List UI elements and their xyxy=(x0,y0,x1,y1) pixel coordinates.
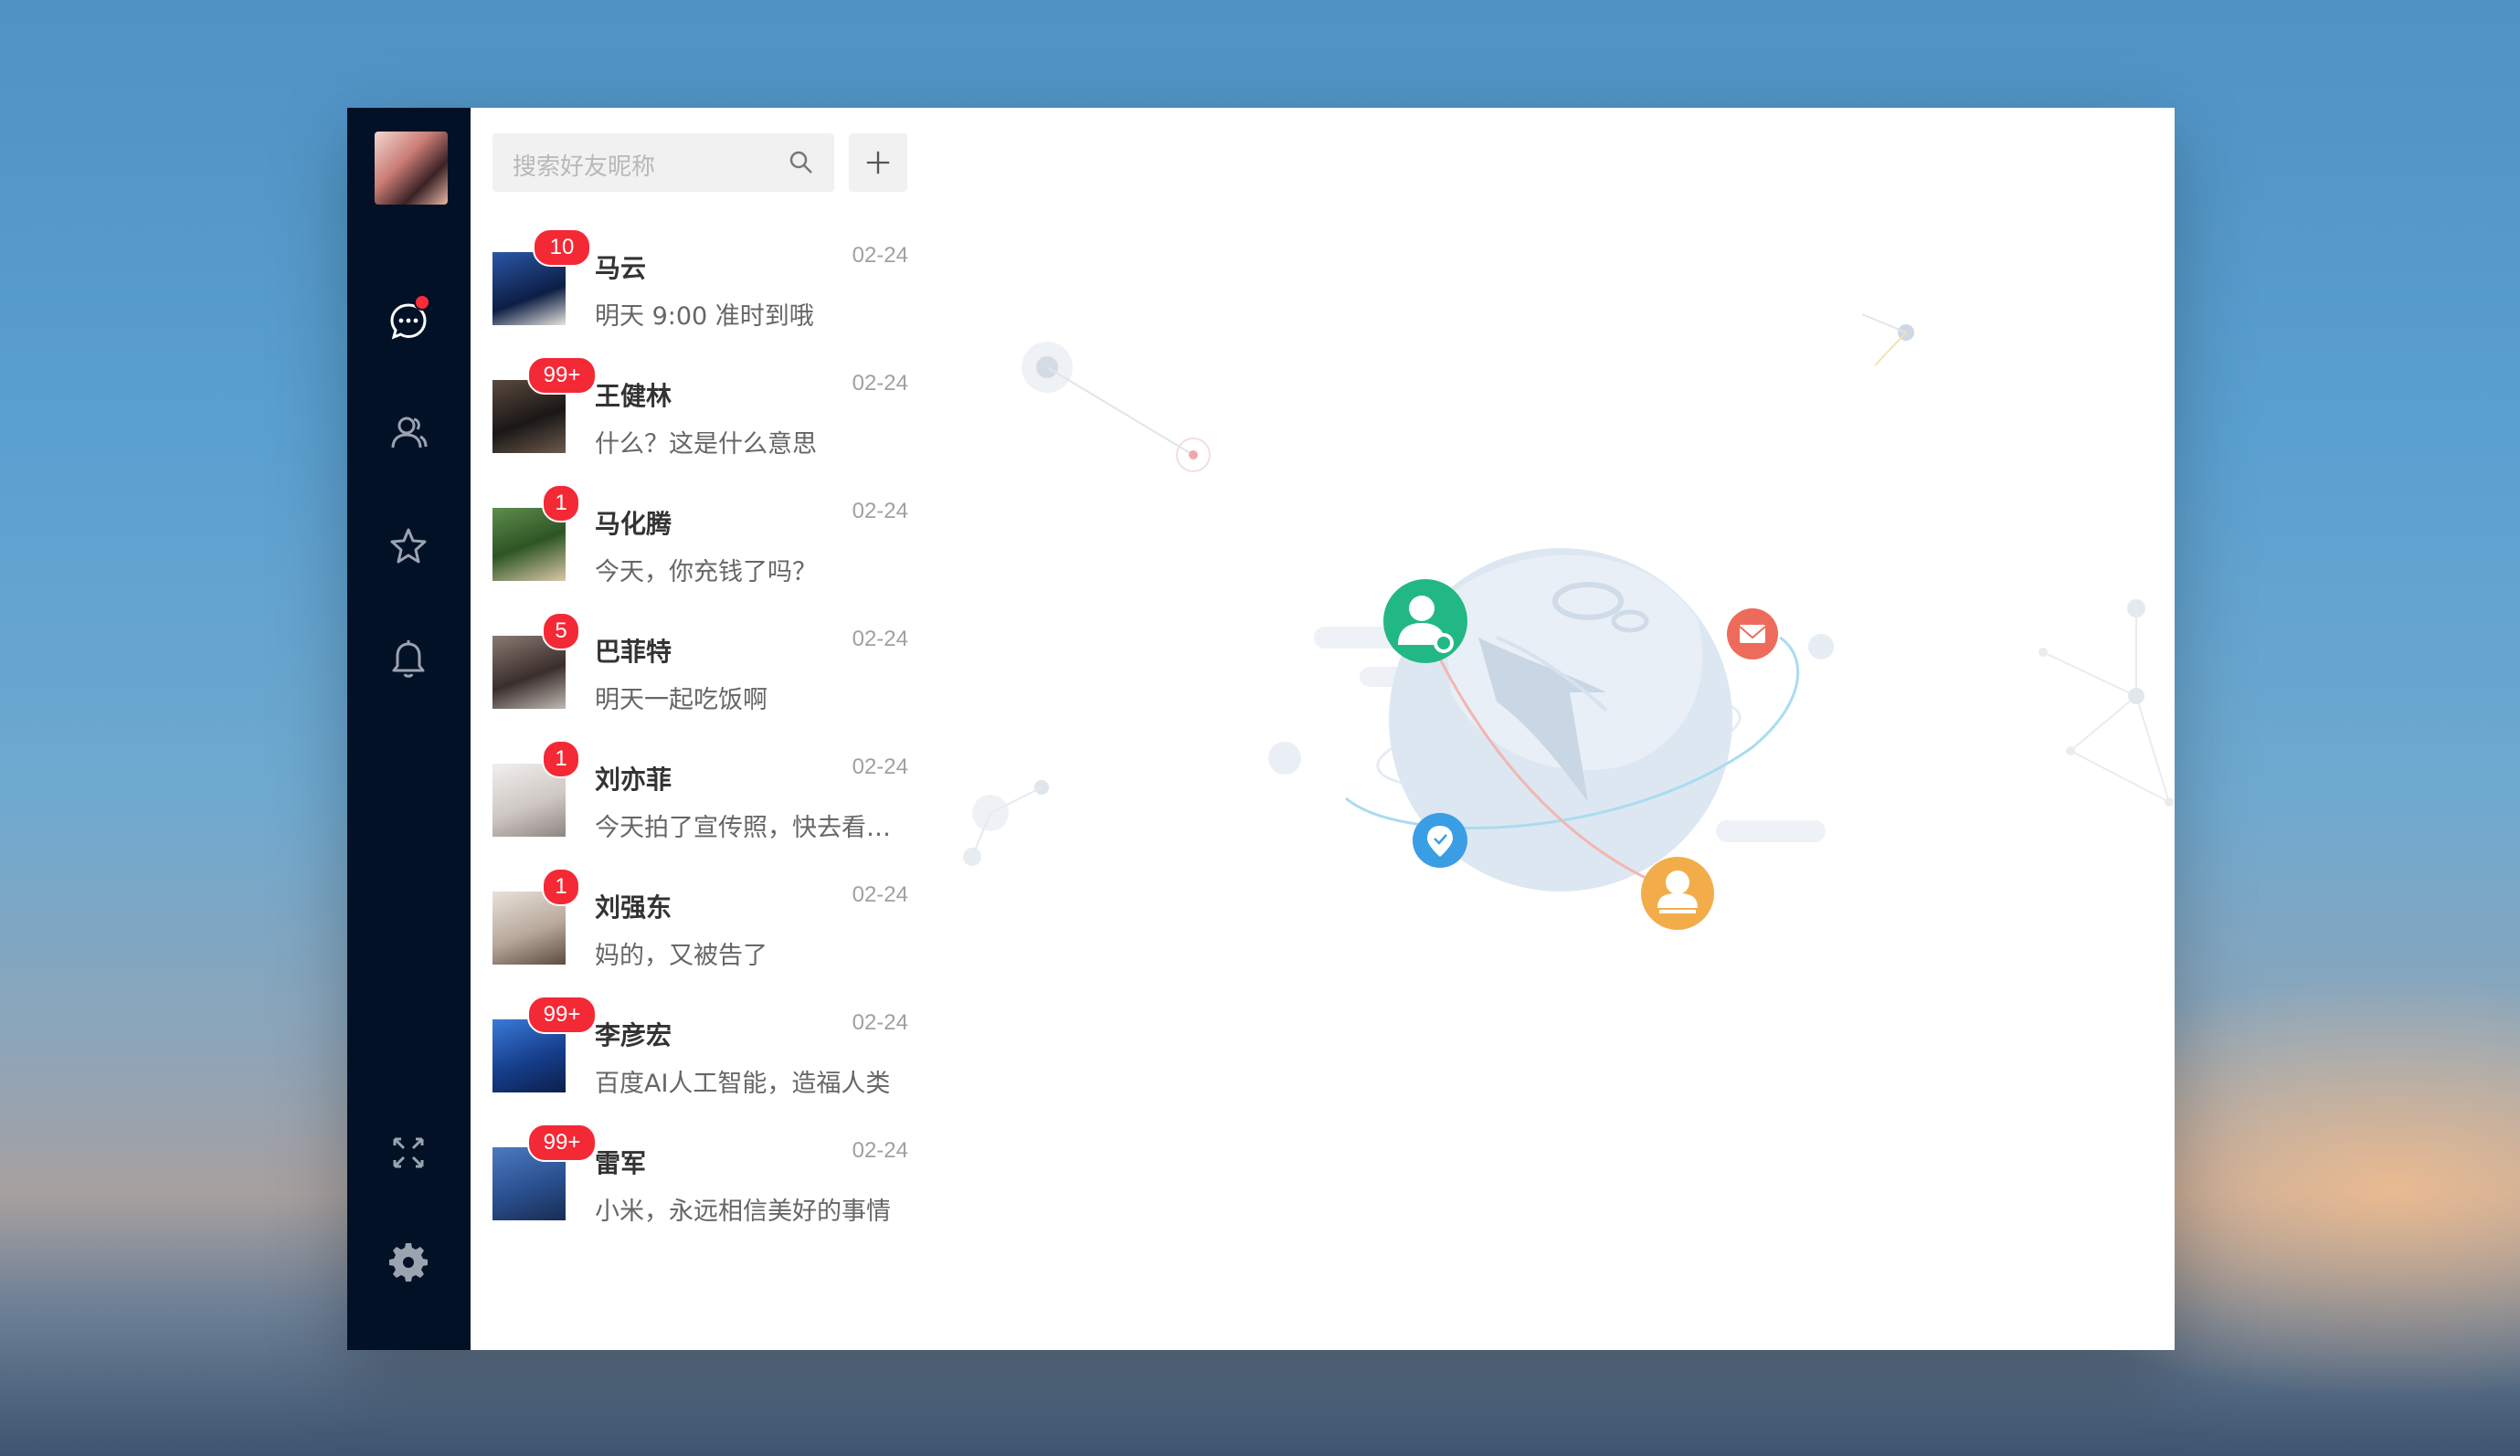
conversation-item[interactable]: 10 马云 02-24 明天 9:00 准时到哦 xyxy=(471,228,930,362)
contact-name: 刘强东 xyxy=(595,892,672,923)
contact-phone-icon xyxy=(1383,579,1467,663)
unread-badge: 99+ xyxy=(527,1124,597,1162)
conversation-item[interactable]: 1 马化腾 02-24 今天，你充钱了吗？ xyxy=(471,484,930,617)
message-time: 02-24 xyxy=(852,499,908,523)
message-time: 02-24 xyxy=(852,754,908,779)
nav-notifications[interactable] xyxy=(385,636,432,683)
user-avatar[interactable] xyxy=(375,132,448,205)
unread-badge: 10 xyxy=(533,228,591,267)
nav-contacts[interactable] xyxy=(385,409,432,457)
nav-sidebar xyxy=(347,108,471,1350)
nav-chat[interactable] xyxy=(385,294,432,345)
nav-favorites[interactable] xyxy=(385,522,432,570)
message-preview: 什么？这是什么意思 xyxy=(595,430,817,459)
message-preview: 明天 9:00 准时到哦 xyxy=(595,302,814,331)
empty-state-illustration xyxy=(963,313,2174,930)
contact-name: 李彦宏 xyxy=(595,1020,672,1050)
message-preview: 今天，你充钱了吗？ xyxy=(595,558,817,586)
conversation-item[interactable]: 1 刘强东 02-24 妈的，又被告了 xyxy=(471,868,930,1001)
conversation-item[interactable]: 99+ 雷军 02-24 小米，永远相信美好的事情 xyxy=(471,1124,930,1257)
message-preview: 明天一起吃饭啊 xyxy=(595,686,768,714)
message-preview: 百度AI人工智能，造福人类 xyxy=(595,1070,891,1098)
contact-name: 巴菲特 xyxy=(595,637,672,667)
settings-icon xyxy=(389,1243,428,1282)
star-icon xyxy=(390,528,427,564)
message-time: 02-24 xyxy=(852,627,908,651)
main-panel xyxy=(930,108,2175,1350)
network-decoration-left xyxy=(963,342,1211,866)
conversation-item[interactable]: 99+ 王健林 02-24 什么？这是什么意思 xyxy=(471,356,930,490)
user-profile-icon xyxy=(1641,857,1714,930)
conversation-item[interactable]: 5 巴菲特 02-24 明天一起吃饭啊 xyxy=(471,612,930,745)
message-time: 02-24 xyxy=(852,1138,908,1163)
contact-name: 雷军 xyxy=(595,1148,647,1178)
unread-badge: 99+ xyxy=(527,356,597,395)
message-preview: 小米，永远相信美好的事情 xyxy=(595,1198,891,1226)
mail-icon xyxy=(1727,608,1778,659)
add-button[interactable] xyxy=(849,133,907,192)
nav-fullscreen[interactable] xyxy=(385,1129,432,1176)
unread-badge: 1 xyxy=(542,868,580,906)
search-input[interactable]: 搜索好友昵称 xyxy=(492,133,834,192)
unread-badge: 5 xyxy=(542,612,580,650)
unread-dot xyxy=(414,294,430,311)
contact-name: 王健林 xyxy=(595,381,672,411)
location-pin-icon xyxy=(1413,813,1467,868)
message-time: 02-24 xyxy=(852,243,908,268)
search-placeholder: 搜索好友昵称 xyxy=(513,153,656,181)
conversation-list: 搜索好友昵称 10 马云 02-24 明天 9:00 准时到哦 99+ 王健林 … xyxy=(471,108,932,1350)
contact-name: 马化腾 xyxy=(595,509,672,539)
globe-background xyxy=(1268,548,1834,897)
bell-icon xyxy=(392,640,425,678)
fullscreen-icon xyxy=(393,1137,424,1168)
unread-badge: 1 xyxy=(542,740,580,778)
message-preview: 妈的，又被告了 xyxy=(595,942,768,970)
search-icon[interactable] xyxy=(787,148,816,177)
contacts-icon xyxy=(391,417,428,448)
message-time: 02-24 xyxy=(852,882,908,907)
conversation-item[interactable]: 99+ 李彦宏 02-24 百度AI人工智能，造福人类 xyxy=(471,996,930,1129)
message-time: 02-24 xyxy=(852,371,908,396)
message-time: 02-24 xyxy=(852,1010,908,1035)
contact-name: 马云 xyxy=(595,253,647,283)
contact-name: 刘亦菲 xyxy=(595,765,672,795)
nav-settings[interactable] xyxy=(385,1239,432,1286)
network-decoration-right xyxy=(1861,313,2174,807)
unread-badge: 99+ xyxy=(527,996,597,1034)
plus-icon xyxy=(866,151,890,174)
message-preview: 今天拍了宣传照，快去看看吧 xyxy=(595,814,909,842)
app-window: 搜索好友昵称 10 马云 02-24 明天 9:00 准时到哦 99+ 王健林 … xyxy=(347,108,2175,1350)
conversation-item[interactable]: 1 刘亦菲 02-24 今天拍了宣传照，快去看看吧 xyxy=(471,740,930,873)
unread-badge: 1 xyxy=(542,484,580,522)
